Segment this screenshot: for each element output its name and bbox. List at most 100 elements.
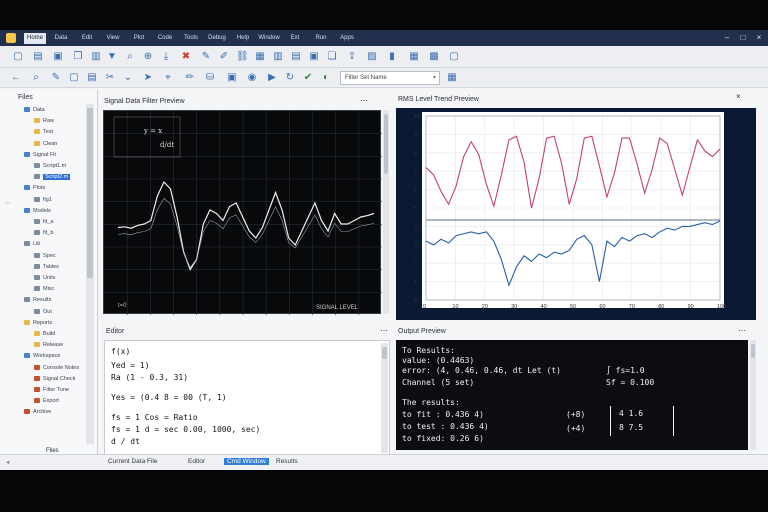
back-icon[interactable]: ← [10,72,22,84]
status-menu-icon[interactable]: ◂ [6,458,9,466]
output-scroll-thumb[interactable] [751,344,755,358]
right-plot-frame[interactable]: 10 9 8 7 6 5 4 3 2 1 0 0 10 20 30 40 50 60 70 80 90 100 [396,108,756,320]
import-icon[interactable]: ▨ [366,51,378,63]
tab-code[interactable]: Code [154,33,176,44]
options-icon[interactable]: ▦ [446,72,458,84]
filter-set-combo[interactable]: Filter Set Name ▾ [340,71,440,85]
settings-icon[interactable]: ▩ [428,51,440,63]
save-icon[interactable]: ▣ [226,72,238,84]
pen-icon[interactable]: ✎ [200,51,212,63]
doc-icon[interactable]: ▣ [308,51,320,63]
status-item-file[interactable]: Current Data File [108,458,158,465]
right-plot-close-icon[interactable]: × [736,92,741,101]
sidebar-scroll-thumb[interactable] [87,108,93,278]
tree-item[interactable]: Raw [34,117,54,125]
tab-ext[interactable]: Ext [284,33,306,44]
sidebar-collapse-handle[interactable]: ⋮ [4,200,10,260]
insert-icon[interactable]: ⤓ [160,51,172,63]
run-icon[interactable]: ▶ [266,72,278,84]
new-file-icon[interactable]: ▢ [12,51,24,63]
arrow-icon[interactable]: ➤ [142,72,154,84]
layers-icon[interactable]: ❏ [326,51,338,63]
clipboard-icon[interactable]: ▤ [86,72,98,84]
tree-item[interactable]: Plots [24,184,45,192]
tree-item[interactable]: Console Notes [34,364,79,372]
bookmark-icon[interactable]: ▮ [386,51,398,63]
tree-item[interactable]: Reports [24,319,52,327]
tab-run[interactable]: Run [310,33,332,44]
tab-plot[interactable]: Plot [128,33,150,44]
tab-data[interactable]: Data [50,33,72,44]
tree-item[interactable]: Results [24,296,51,304]
sidebar-scrollbar[interactable] [86,104,94,444]
close-icon[interactable]: × [754,33,764,43]
chart-icon[interactable]: ▤ [290,51,302,63]
plot-icon[interactable]: ◐ [320,72,332,84]
tree-item[interactable]: fit_b [34,229,53,237]
tab-window[interactable]: Window [258,33,280,44]
status-item-cmd[interactable]: Cmd Window [224,458,269,465]
tree-item[interactable]: Script1.m [34,162,66,170]
tree-item[interactable]: Signal Fit [24,151,56,159]
window-icon[interactable]: ▢ [448,51,460,63]
tree-item[interactable]: Archive [24,408,51,416]
tab-home[interactable]: Home [24,33,46,44]
search-icon[interactable]: ⌕ [30,72,42,84]
tree-item[interactable]: fig1 [34,196,52,204]
tree-item[interactable]: Tables [34,263,59,271]
copy-icon[interactable]: ❐ [72,51,84,63]
tab-edit[interactable]: Edit [76,33,98,44]
tab-view[interactable]: View [102,33,124,44]
status-item-editor[interactable]: Editor [188,458,205,465]
link-icon[interactable]: ⛓ [236,51,249,63]
minimize-icon[interactable]: – [722,33,732,43]
tree-item[interactable]: Out [34,308,52,316]
view-icon[interactable]: ▦ [408,51,420,63]
grid-icon[interactable]: ▦ [254,51,266,63]
left-plot-scroll-thumb[interactable] [384,114,388,174]
export-icon[interactable]: ⇪ [346,51,358,63]
tree-item[interactable]: Misc [34,285,54,293]
output-menu-icon[interactable]: ⋯ [738,326,746,335]
tree-item[interactable]: Units [34,274,56,282]
editor-scrollbar[interactable] [381,343,388,453]
record-icon[interactable]: ◉ [246,72,258,84]
tree-item[interactable]: Release [34,341,63,349]
delete-icon[interactable]: ✖ [180,51,192,63]
bucket-icon[interactable]: ⛁ [204,72,216,84]
tab-help[interactable]: Help [232,33,254,44]
select-icon[interactable]: ⌖ [162,72,174,84]
search-icon[interactable]: ⌕ [124,51,136,63]
chevron-down-icon[interactable]: ⌄ [122,72,134,84]
tree-item[interactable]: Test [34,128,53,136]
tree-item[interactable]: Lib [24,240,40,248]
zoom-icon[interactable]: ⊕ [142,51,154,63]
code-editor[interactable]: f(x) Yed = 1) Ra (1 - 0.3, 31) Yes = (0.4… [104,340,390,456]
tree-item[interactable]: Filter Tune [34,386,69,394]
tree-item[interactable]: Models [24,207,51,215]
tab-tools[interactable]: Tools [180,33,202,44]
tree-item[interactable]: Signal Check [34,375,75,383]
tree-item[interactable]: Spec [34,252,56,260]
save-icon[interactable]: ▣ [52,51,64,63]
tree-item[interactable]: Clean [34,140,57,148]
left-plot-area[interactable]: y = x d/dt t=0 SIGNAL LEVEL [103,110,382,315]
editor-menu-icon[interactable]: ⋯ [380,326,388,335]
tab-debug[interactable]: Debug [206,33,228,44]
tree-item[interactable]: Workspace [24,352,60,360]
left-plot-scrollbar[interactable] [383,110,389,314]
cut-icon[interactable]: ✂ [104,72,116,84]
tree-item[interactable]: fit_a [34,218,53,226]
filter-icon[interactable]: ▼ [106,51,118,63]
check-icon[interactable]: ✔ [302,72,314,84]
brush-icon[interactable]: ✐ [218,51,230,63]
editor-scroll-thumb[interactable] [382,347,387,359]
paste-icon[interactable]: ▥ [90,51,102,63]
tree-item[interactable]: Build [34,330,55,338]
tree-item[interactable]: Data [24,106,45,114]
left-plot-menu-icon[interactable]: ⋯ [360,96,368,105]
edit-icon[interactable]: ✎ [50,72,62,84]
doc-icon[interactable]: ▢ [68,72,80,84]
refresh-icon[interactable]: ↻ [284,72,296,84]
tree-item[interactable]: Script2.m [34,173,71,181]
